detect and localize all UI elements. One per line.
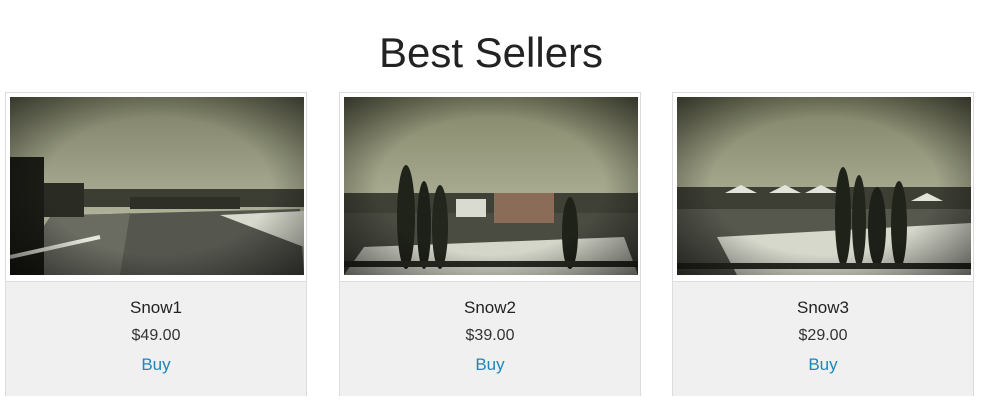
product-name: Snow2: [464, 298, 516, 317]
product-name: Snow3: [797, 298, 849, 317]
buy-link[interactable]: Buy: [340, 354, 640, 376]
product-name: Snow1: [130, 298, 182, 317]
best-sellers-page: Best Sellers Snow1 $49.00 Buy Snow2 $39.…: [0, 0, 982, 406]
product-price: $39.00: [465, 327, 515, 344]
product-card: Snow2 $39.00 Buy: [339, 92, 641, 396]
buy-link[interactable]: Buy: [6, 354, 306, 376]
product-image[interactable]: [10, 97, 304, 275]
product-card: Snow1 $49.00 Buy: [5, 92, 307, 396]
product-grid: Snow1 $49.00 Buy Snow2 $39.00 Buy Snow3 …: [5, 92, 977, 398]
product-info: Snow1 $49.00 Buy: [6, 281, 306, 396]
product-image[interactable]: [677, 97, 971, 275]
product-info: Snow3 $29.00 Buy: [673, 281, 973, 396]
product-image[interactable]: [344, 97, 638, 275]
product-info: Snow2 $39.00 Buy: [340, 281, 640, 396]
page-title: Best Sellers: [378, 29, 604, 76]
product-price: $29.00: [798, 327, 848, 344]
buy-link[interactable]: Buy: [673, 354, 973, 376]
product-card: Snow3 $29.00 Buy: [672, 92, 974, 396]
product-price: $49.00: [131, 327, 181, 344]
